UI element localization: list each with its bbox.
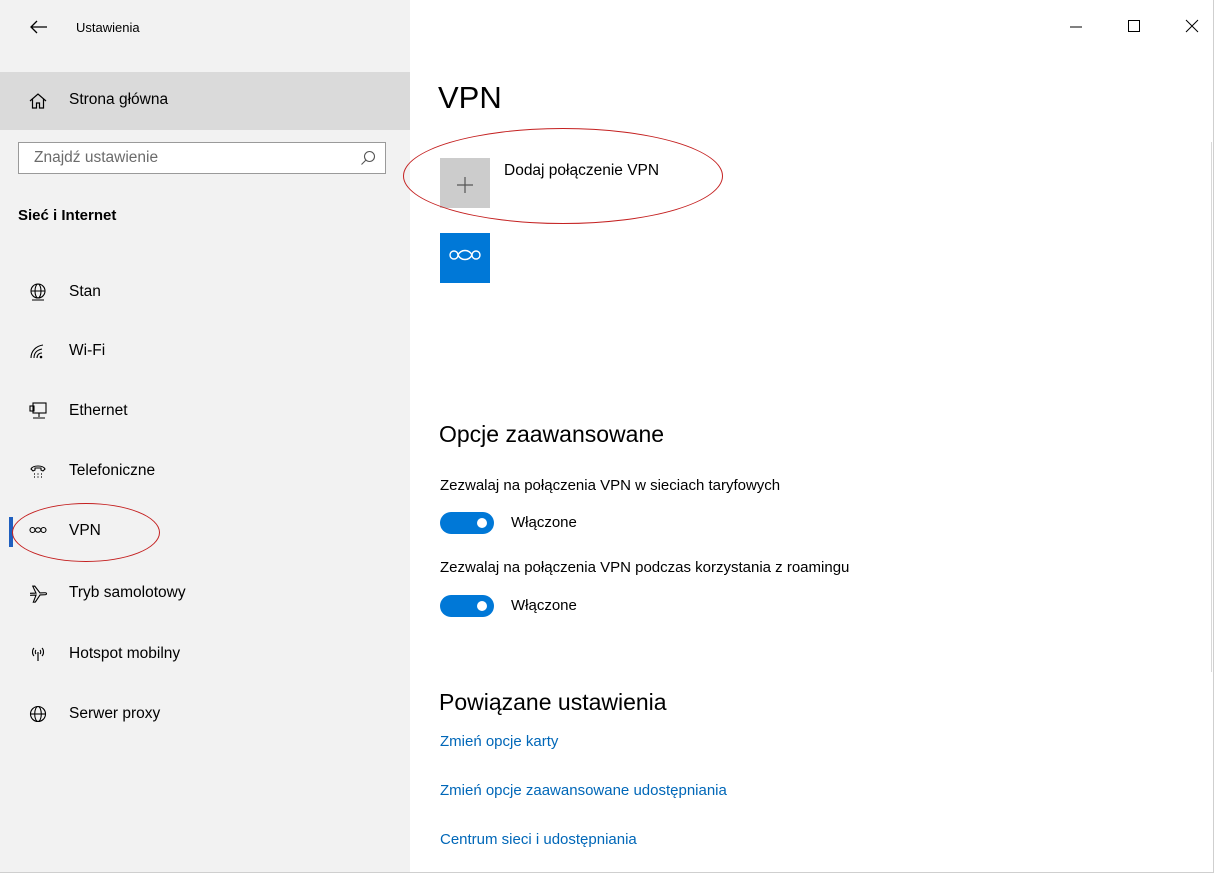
selection-indicator — [9, 517, 13, 547]
hotspot-icon — [28, 644, 48, 664]
app-title: Ustawienia — [76, 20, 140, 35]
sidebar-item-label: Tryb samolotowy — [69, 584, 186, 601]
toggle-roaming-state: Włączone — [511, 597, 577, 614]
add-vpn-button[interactable] — [440, 158, 490, 208]
vpn-icon — [449, 249, 481, 261]
scrollbar-track[interactable] — [1211, 142, 1212, 672]
link-change-adapter-options[interactable]: Zmień opcje karty — [440, 733, 558, 750]
toggle-roaming-vpn[interactable] — [440, 595, 494, 617]
sidebar-item-label: Strona główna — [69, 91, 169, 108]
toggle-knob — [477, 601, 487, 611]
sidebar-item-ethernet[interactable]: Ethernet — [0, 382, 410, 440]
sidebar-item-label: Ethernet — [69, 402, 128, 419]
airplane-icon — [28, 583, 48, 603]
toggle-metered-vpn[interactable] — [440, 512, 494, 534]
main-content: VPN Dodaj połączenie VPN Opcje zaawansow… — [403, 0, 1214, 873]
sidebar-item-label: Wi-Fi — [69, 342, 106, 359]
sidebar-item-label: Stan — [69, 283, 101, 300]
toggle-metered-state: Włączone — [511, 514, 577, 531]
sidebar-item-stan[interactable]: Stan — [0, 263, 410, 321]
sidebar-item-tryb-samolotowy[interactable]: Tryb samolotowy — [0, 564, 410, 622]
link-advanced-sharing[interactable]: Zmień opcje zaawansowane udostępniania — [440, 782, 727, 799]
sidebar-item-vpn[interactable]: VPN — [0, 502, 410, 560]
sidebar-item-home[interactable]: Strona główna — [0, 72, 410, 130]
page-title: VPN — [438, 80, 502, 115]
related-settings-heading: Powiązane ustawienia — [439, 689, 667, 715]
add-vpn-label[interactable]: Dodaj połączenie VPN — [504, 162, 659, 180]
vpn-connection-tile[interactable] — [440, 233, 490, 283]
sidebar: Ustawienia Strona główna Sieć i Internet… — [0, 0, 410, 873]
toggle-knob — [477, 518, 487, 528]
sidebar-item-wifi[interactable]: Wi-Fi — [0, 322, 410, 380]
link-network-sharing-center[interactable]: Centrum sieci i udostępniania — [440, 831, 637, 848]
sidebar-item-label: VPN — [69, 522, 101, 539]
maximize-icon[interactable] — [1122, 14, 1146, 38]
vpn-icon — [28, 521, 48, 541]
sidebar-item-hotspot-mobilny[interactable]: Hotspot mobilny — [0, 625, 410, 683]
ethernet-icon — [28, 401, 48, 421]
sidebar-item-serwer-proxy[interactable]: Serwer proxy — [0, 685, 410, 743]
home-icon — [28, 91, 48, 111]
status-globe-icon — [28, 282, 48, 302]
setting-metered-label: Zezwalaj na połączenia VPN w sieciach ta… — [440, 477, 781, 494]
search-box[interactable] — [18, 142, 386, 174]
plus-icon — [457, 177, 473, 193]
sidebar-item-label: Telefoniczne — [69, 462, 156, 479]
section-title: Sieć i Internet — [18, 207, 117, 224]
setting-roaming-label: Zezwalaj na połączenia VPN podczas korzy… — [440, 559, 850, 576]
search-input[interactable] — [19, 143, 364, 173]
close-icon[interactable] — [1180, 14, 1204, 38]
back-arrow-icon[interactable] — [28, 16, 50, 38]
dialup-icon — [28, 461, 48, 481]
sidebar-item-telefoniczne[interactable]: Telefoniczne — [0, 442, 410, 500]
globe-icon — [28, 704, 48, 724]
advanced-options-heading: Opcje zaawansowane — [439, 421, 665, 447]
sidebar-item-label: Serwer proxy — [69, 705, 161, 722]
minimize-icon[interactable] — [1064, 14, 1088, 38]
sidebar-item-label: Hotspot mobilny — [69, 645, 181, 662]
wifi-icon — [28, 341, 48, 361]
search-icon[interactable] — [359, 149, 377, 167]
